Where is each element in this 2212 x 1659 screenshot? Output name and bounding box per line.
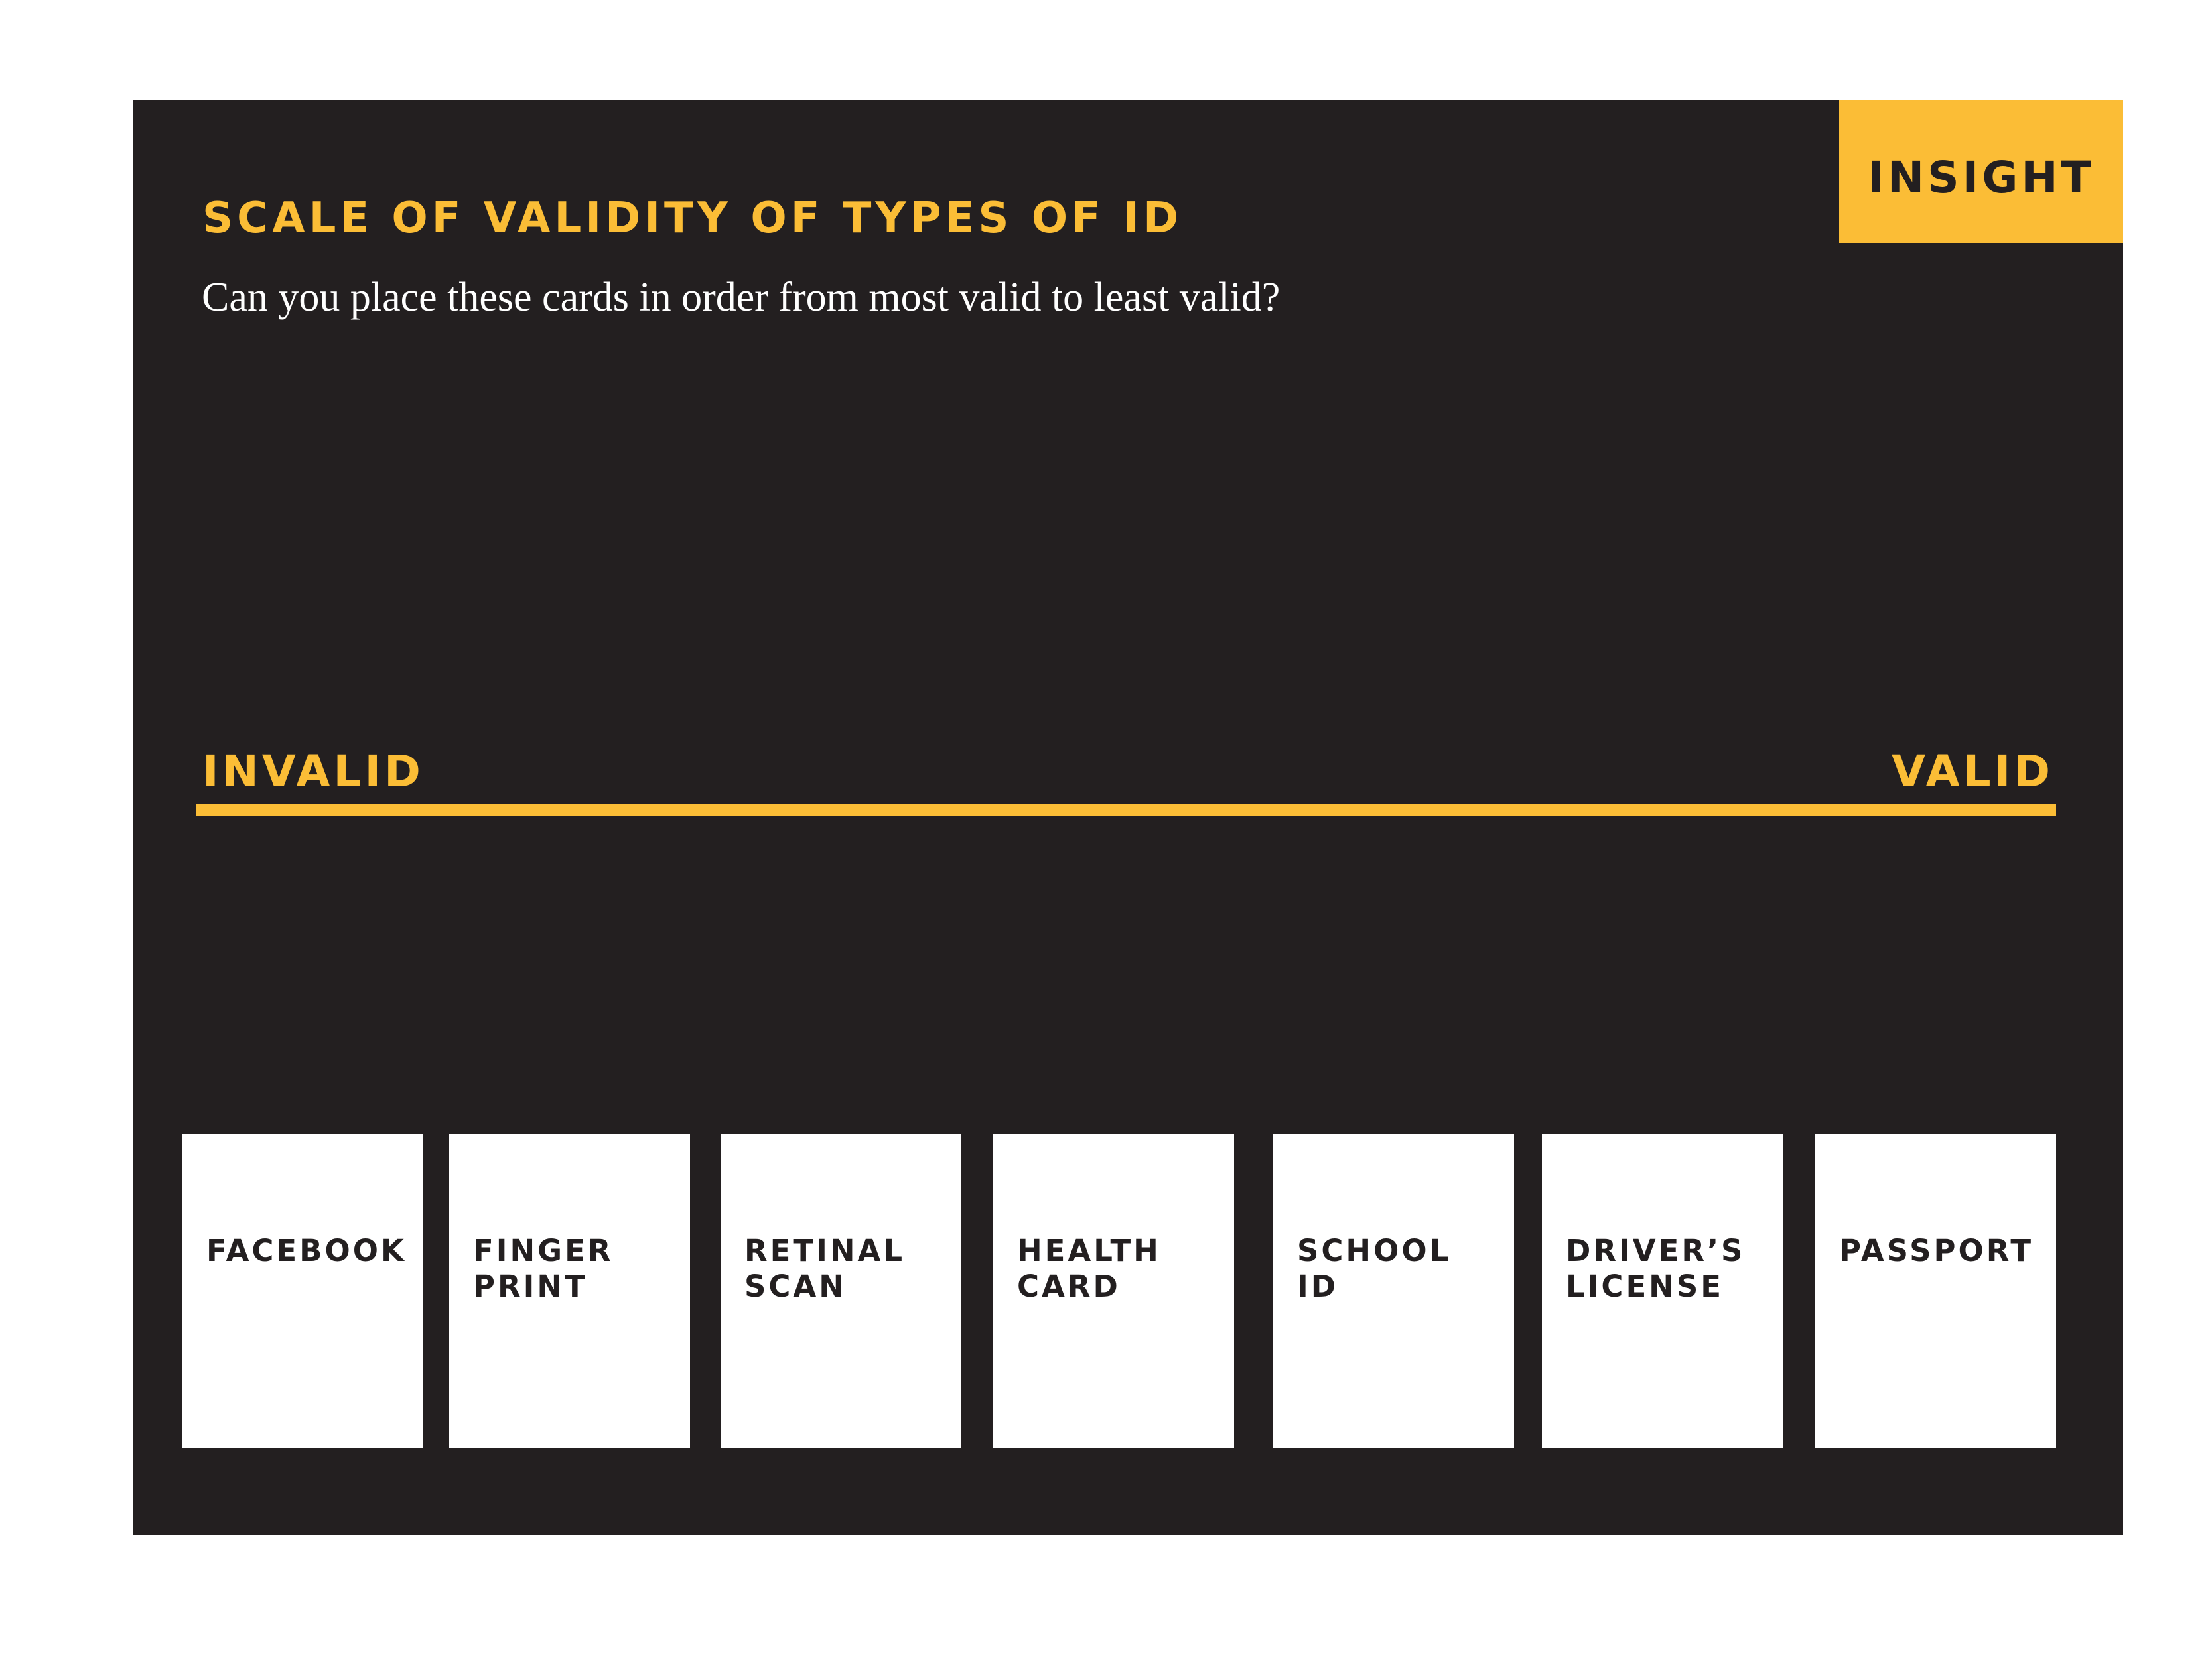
id-card-finger-print[interactable]: FINGER PRINT — [449, 1134, 690, 1448]
card-label: DRIVER’S LICENSE — [1566, 1233, 1746, 1304]
id-card-retinal-scan[interactable]: RETINAL SCAN — [721, 1134, 961, 1448]
card-label: RETINAL SCAN — [744, 1233, 905, 1304]
id-card-school-id[interactable]: SCHOOL ID — [1273, 1134, 1514, 1448]
id-card-health-card[interactable]: HEALTH CARD — [993, 1134, 1234, 1448]
validity-scale-line — [196, 804, 2056, 816]
card-label: PASSPORT — [1839, 1233, 2034, 1268]
card-label: FACEBOOK — [206, 1233, 407, 1268]
insight-tag: INSIGHT — [1839, 100, 2123, 243]
page-title: SCALE OF VALIDITY OF TYPES OF ID — [202, 194, 1183, 243]
insight-label: INSIGHT — [1868, 152, 2095, 203]
id-card-drivers-license[interactable]: DRIVER’S LICENSE — [1542, 1134, 1783, 1448]
id-card-facebook[interactable]: FACEBOOK — [182, 1134, 423, 1448]
card-label: FINGER PRINT — [473, 1233, 614, 1304]
scale-label-valid: VALID — [1892, 746, 2054, 797]
id-card-passport[interactable]: PASSPORT — [1815, 1134, 2056, 1448]
card-label: HEALTH CARD — [1017, 1233, 1161, 1304]
instructions-text: Can you place these cards in order from … — [202, 275, 1280, 320]
card-label: SCHOOL ID — [1297, 1233, 1452, 1304]
scale-label-invalid: INVALID — [202, 746, 424, 797]
